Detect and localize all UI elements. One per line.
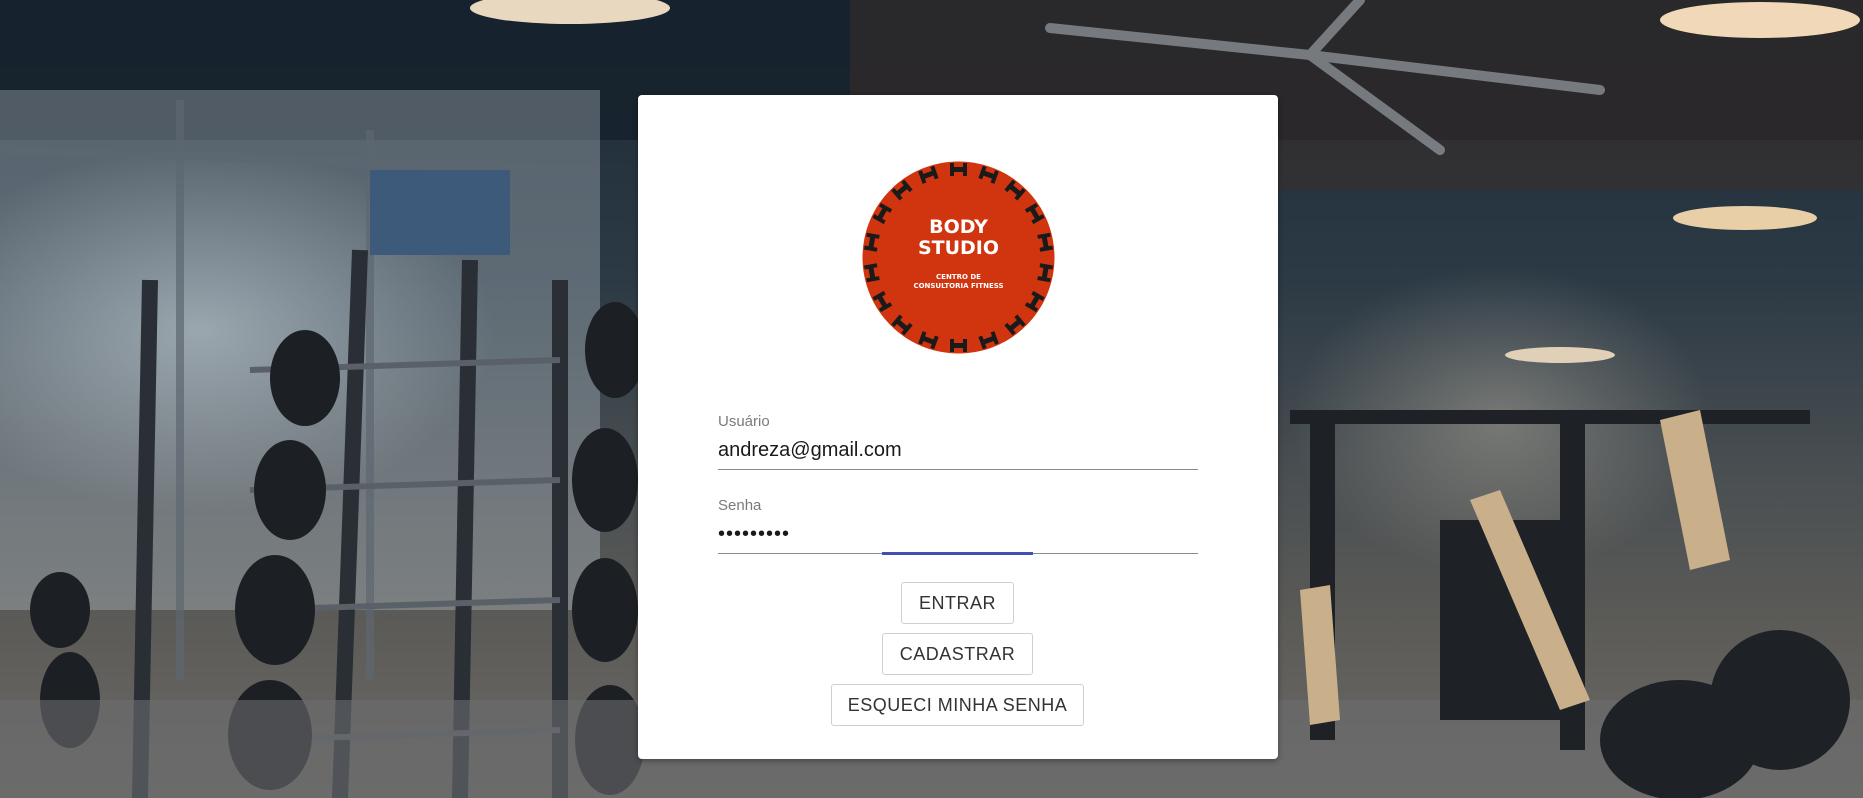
password-focus-indicator [882, 552, 1033, 555]
username-field: Usuário [718, 413, 1198, 470]
logo-subtext-line1: CENTRO DE [936, 273, 981, 281]
body-studio-logo: BODY STUDIO CENTRO DE CONSULTORIA FITNES… [862, 161, 1055, 354]
username-underline [718, 469, 1198, 470]
password-underline [718, 552, 1198, 555]
password-field: Senha [718, 497, 1198, 555]
forgot-password-button[interactable]: ESQUECI MINHA SENHA [831, 684, 1084, 726]
logo-text-line1: BODY [929, 216, 988, 238]
login-button[interactable]: ENTRAR [901, 582, 1014, 624]
username-label: Usuário [718, 413, 770, 430]
login-card: BODY STUDIO CENTRO DE CONSULTORIA FITNES… [638, 95, 1278, 759]
password-input[interactable] [718, 519, 1198, 549]
logo-text-line2: STUDIO [918, 237, 999, 259]
username-input[interactable] [718, 435, 1198, 465]
password-label: Senha [718, 497, 762, 514]
register-button[interactable]: CADASTRAR [882, 633, 1033, 675]
logo-subtext-line2: CONSULTORIA FITNESS [913, 282, 1003, 290]
